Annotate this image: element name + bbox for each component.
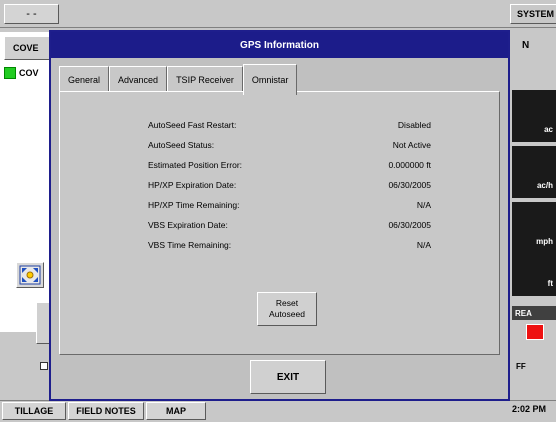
green-indicator-icon	[4, 67, 16, 79]
right-header-label: N	[522, 40, 530, 51]
tab-tillage[interactable]: TILLAGE	[2, 402, 66, 420]
top-left-button[interactable]: - -	[4, 4, 59, 24]
row-label: HP/XP Time Remaining:	[148, 200, 240, 210]
tab-field-notes[interactable]: FIELD NOTES	[68, 402, 144, 420]
rate-readout: ac/h	[512, 146, 556, 198]
row-value: Not Active	[392, 140, 431, 150]
row-label: VBS Time Remaining:	[148, 240, 232, 250]
tab-omnistar[interactable]: Omnistar	[242, 64, 298, 95]
row-label: AutoSeed Fast Restart:	[148, 120, 237, 130]
tab-strip: General Advanced TSIP Receiver Omnistar	[59, 64, 298, 95]
map-extent-button[interactable]	[16, 262, 44, 288]
row-value: N/A	[416, 240, 431, 250]
extent-arrows-icon	[19, 265, 41, 285]
left-checkbox[interactable]	[40, 362, 48, 370]
tab-tsip-receiver[interactable]: TSIP Receiver	[167, 66, 243, 94]
reset-autoseed-button[interactable]: Reset Autoseed	[257, 292, 317, 326]
dialog-title: GPS Information	[51, 32, 508, 58]
gps-info-dialog: GPS Information General Advanced TSIP Re…	[49, 30, 510, 401]
tab-general[interactable]: General	[59, 66, 110, 94]
row-value: Disabled	[397, 120, 431, 130]
row-label: Estimated Position Error:	[148, 160, 243, 170]
reset-label-line1: Reset	[275, 298, 299, 308]
speed-readout: mph	[512, 202, 556, 254]
area-header: REA	[512, 306, 556, 320]
coverage-row: COV	[4, 66, 48, 80]
tab-advanced[interactable]: Advanced	[109, 66, 168, 94]
clock: 2:02 PM	[512, 404, 547, 414]
row-value: 06/30/2005	[388, 220, 431, 230]
row-label: HP/XP Expiration Date:	[148, 180, 237, 190]
acres-readout: ac	[512, 90, 556, 142]
system-button[interactable]: SYSTEM	[510, 4, 556, 24]
row-label: AutoSeed Status:	[148, 140, 215, 150]
omnistar-panel: AutoSeed Fast Restart: Disabled AutoSeed…	[59, 91, 500, 355]
red-indicator	[526, 324, 544, 340]
coverage-row-label: COV	[19, 68, 39, 78]
row-value: N/A	[416, 200, 431, 210]
tab-map[interactable]: MAP	[146, 402, 206, 420]
off-label: FF	[516, 362, 526, 371]
row-value: 06/30/2005	[388, 180, 431, 190]
distance-readout: ft	[512, 250, 556, 296]
reset-label-line2: Autoseed	[269, 309, 305, 319]
exit-button[interactable]: EXIT	[250, 360, 326, 394]
row-value: 0.000000 ft	[388, 160, 431, 170]
row-label: VBS Expiration Date:	[148, 220, 228, 230]
top-bar	[0, 0, 556, 28]
